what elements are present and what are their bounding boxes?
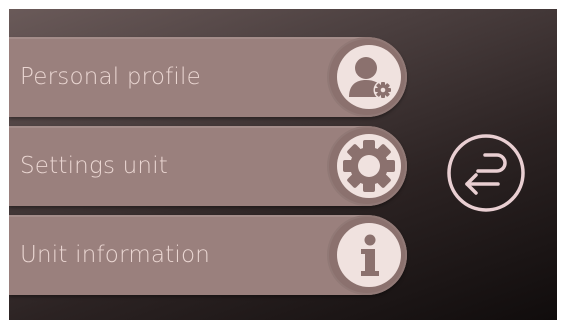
settings-unit-button[interactable]: Settings unit (9, 126, 407, 206)
back-arrow-icon (447, 134, 525, 212)
info-icon (337, 223, 401, 287)
menu-item-label: Unit information (20, 242, 211, 268)
menu-item-label: Settings unit (20, 153, 169, 179)
menu-item-label: Personal profile (20, 64, 201, 90)
personal-profile-button[interactable]: Personal profile (9, 37, 407, 117)
back-button[interactable] (443, 130, 529, 216)
menu-screen: Personal profile Settings unit Unit info… (9, 9, 557, 320)
gear-icon (337, 134, 401, 198)
unit-information-button[interactable]: Unit information (9, 215, 407, 295)
user-gear-icon (337, 45, 401, 109)
